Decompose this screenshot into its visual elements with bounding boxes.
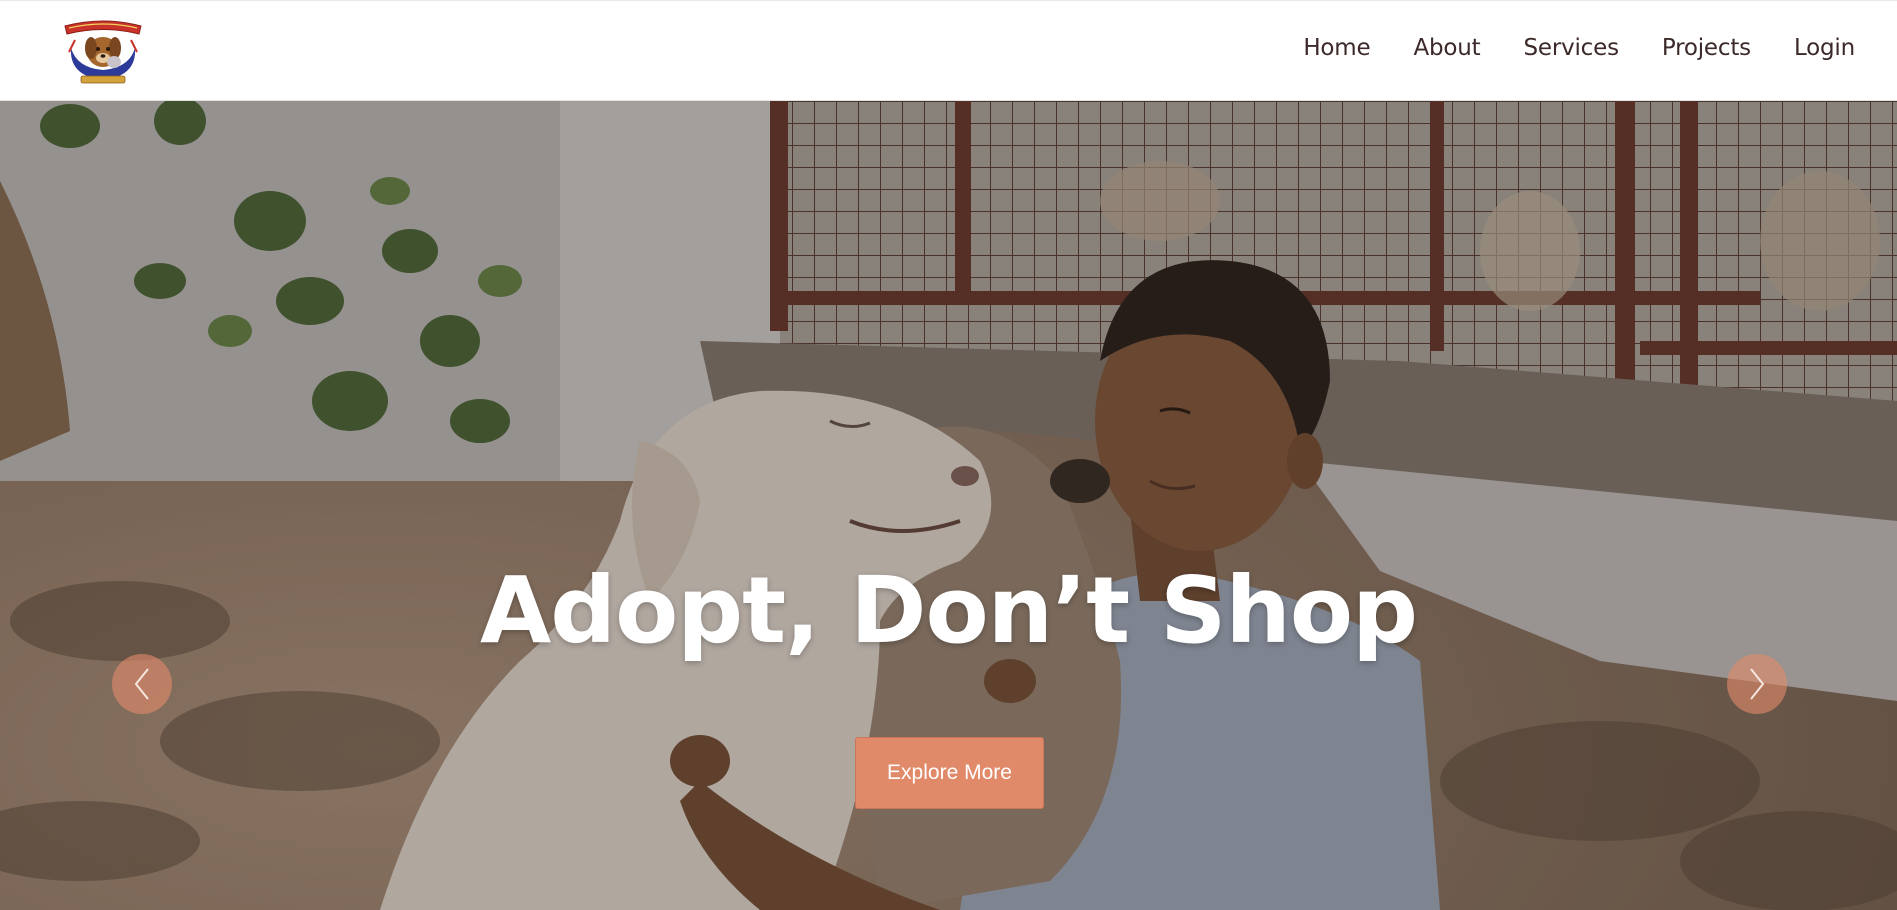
site-logo[interactable] xyxy=(59,18,147,88)
nav-login-link[interactable]: Login xyxy=(1794,35,1855,61)
nav-projects-link[interactable]: Projects xyxy=(1662,35,1751,61)
carousel-next-button[interactable] xyxy=(1727,654,1787,714)
nav-services-link[interactable]: Services xyxy=(1523,35,1619,61)
main-nav: Home About Services Projects Login xyxy=(1303,35,1855,61)
explore-more-button[interactable]: Explore More xyxy=(855,737,1044,809)
chevron-right-icon xyxy=(1750,668,1765,700)
nav-home-link[interactable]: Home xyxy=(1303,35,1370,61)
chevron-left-icon xyxy=(134,668,149,700)
hero-headline: Adopt, Don’t Shop xyxy=(480,557,1418,664)
carousel-prev-button[interactable] xyxy=(112,654,172,714)
hero-carousel: Adopt, Don’t Shop Explore More xyxy=(0,101,1897,910)
site-header: Home About Services Projects Login xyxy=(0,0,1897,101)
nav-about-link[interactable]: About xyxy=(1413,35,1480,61)
rescue-logo-icon xyxy=(64,20,142,84)
